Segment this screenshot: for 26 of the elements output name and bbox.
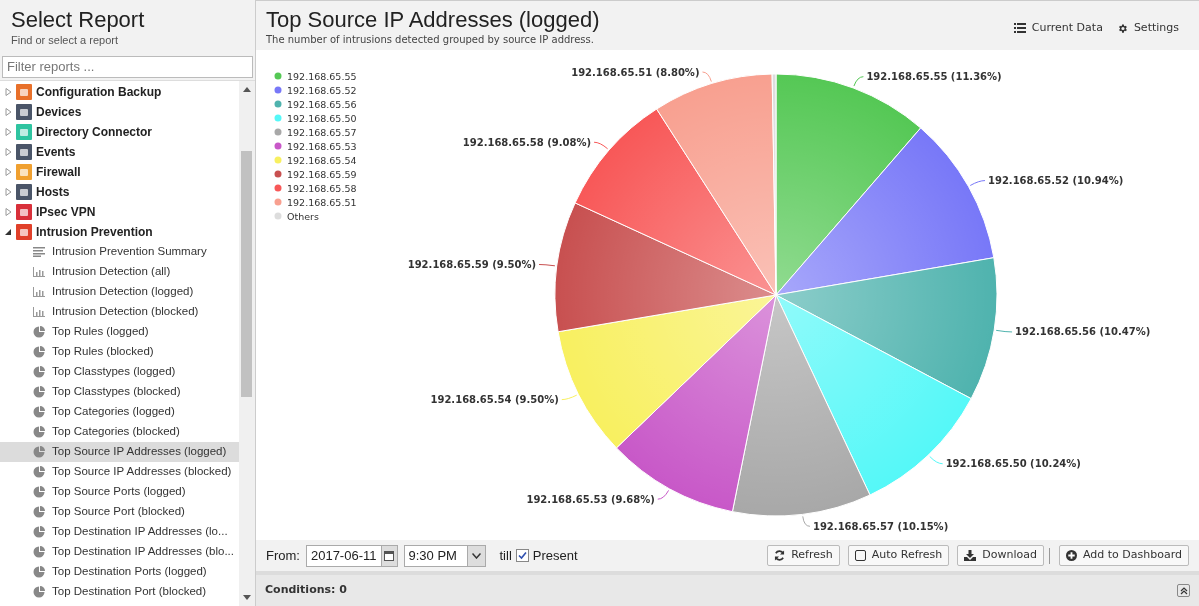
- category-label: Events: [36, 144, 76, 161]
- slice-label: 192.168.65.56 (10.47%): [1015, 326, 1151, 338]
- slice-label: 192.168.65.52 (10.94%): [987, 175, 1124, 187]
- slice-label: 192.168.65.58 (9.08%): [462, 136, 592, 148]
- panel-title: Select Report: [11, 7, 146, 33]
- slice-label: 192.168.65.57 (10.15%): [812, 520, 949, 532]
- slice-label: 192.168.65.59 (9.50%): [407, 259, 536, 270]
- category-label: Firewall: [36, 164, 81, 181]
- report-subtitle: The number of intrusions detected grouped by source IP address.: [266, 33, 595, 46]
- category-label: Directory Connector: [36, 124, 153, 141]
- category-label: IPsec VPN: [36, 204, 96, 221]
- slice-label: 192.168.65.54 (9.50%): [430, 394, 559, 406]
- slice-label: 192.168.65.53 (9.68%): [526, 493, 655, 505]
- category-label: Devices: [36, 104, 82, 121]
- slice-label: 192.168.65.51 (8.80%): [571, 66, 700, 78]
- present-label: Present: [532, 546, 578, 565]
- category-label: Hosts: [36, 184, 70, 201]
- till-label: till: [499, 546, 512, 565]
- report-title: Top Source IP Addresses (logged): [266, 7, 601, 33]
- conditions-label: Conditions: 0: [265, 582, 347, 599]
- panel-subtitle: Find or select a report: [11, 33, 119, 47]
- slice-label: 192.168.65.50 (10.24%): [945, 458, 1081, 470]
- from-label: From:: [266, 546, 300, 565]
- category-label: Configuration Backup: [36, 84, 162, 101]
- slice-label: 192.168.65.55 (11.36%): [866, 71, 1002, 83]
- category-label: Intrusion Prevention: [36, 224, 153, 241]
